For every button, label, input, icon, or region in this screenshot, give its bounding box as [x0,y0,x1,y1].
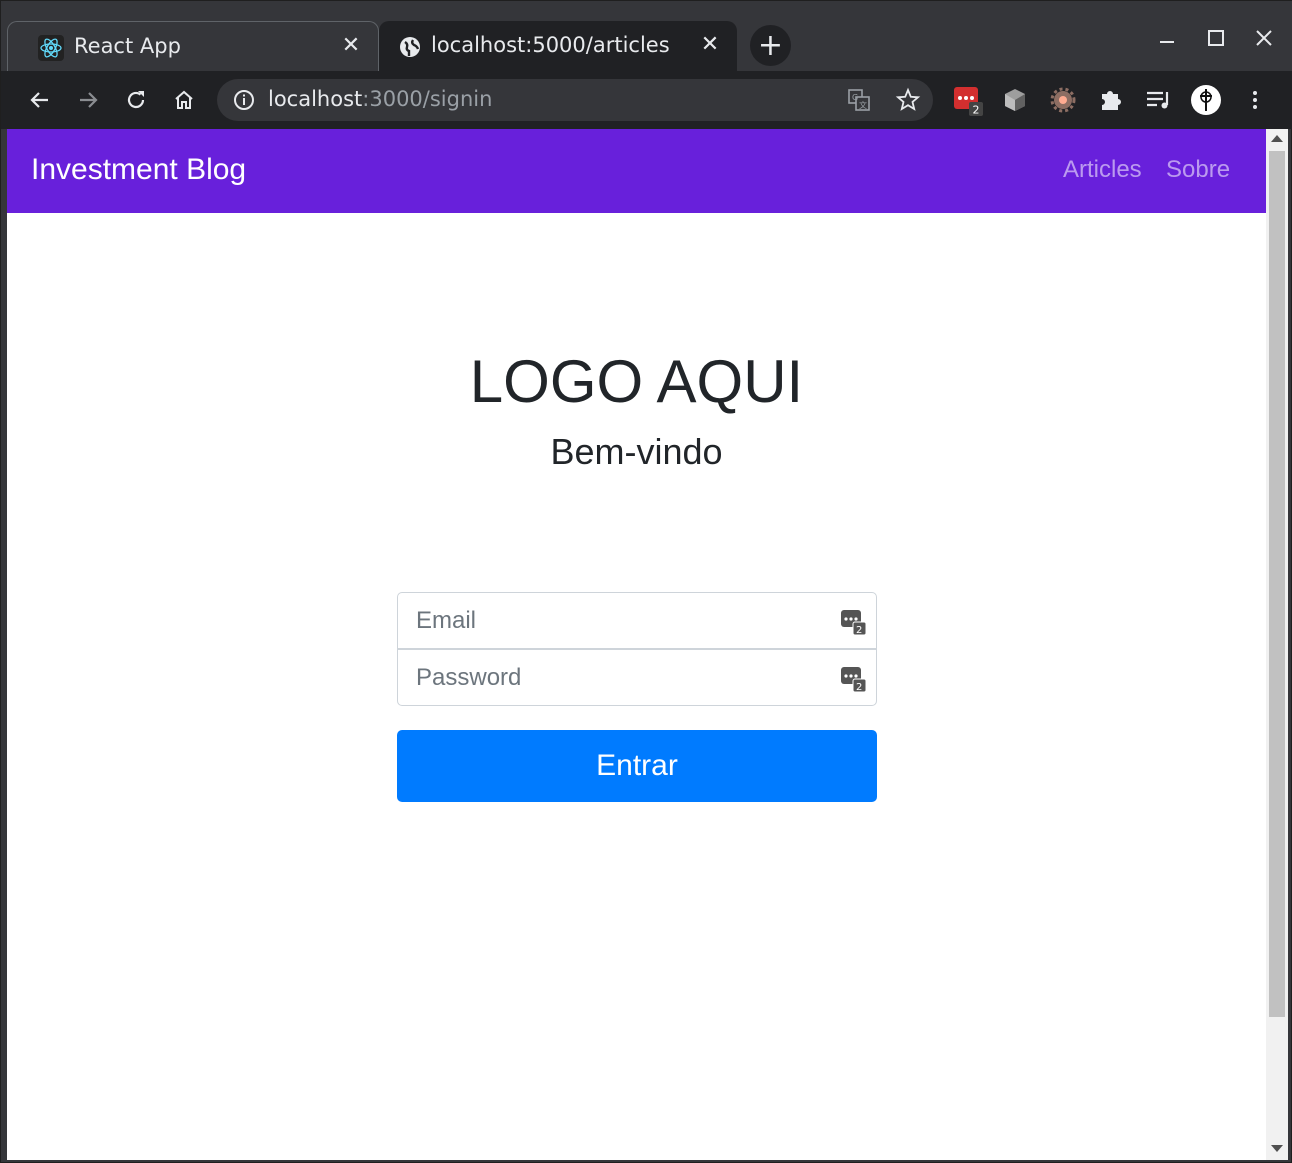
cube-extension-icon[interactable] [999,84,1031,116]
browser-toolbar: localhost:3000/signin G 文 2 [1,71,1292,129]
gear-extension-icon[interactable] [1047,84,1079,116]
url-host: localhost [268,87,363,111]
page-viewport: Investment Blog Articles Sobre LOGO AQUI… [7,129,1266,1160]
url-text: localhost:3000/signin [268,87,492,111]
browser-menu-icon[interactable] [1236,81,1274,119]
bookmark-star-icon[interactable] [895,87,921,113]
page-scrollbar[interactable] [1266,129,1288,1160]
scroll-up-arrow-icon[interactable] [1271,135,1283,142]
tab-title: localhost:5000/articles [431,33,670,57]
avatar[interactable] [1190,84,1222,116]
site-info-icon[interactable] [233,89,255,111]
globe-icon [400,37,420,57]
password-manager-field-icon[interactable]: 2 [840,609,866,635]
svg-text:G: G [852,93,858,102]
password-field[interactable]: 2 [397,649,877,706]
scroll-down-arrow-icon[interactable] [1271,1145,1283,1152]
new-tab-button[interactable]: + [750,25,791,66]
extensions-puzzle-icon[interactable] [1095,84,1127,116]
signin-button[interactable]: Entrar [397,730,877,802]
svg-text:文: 文 [859,100,867,110]
password-input[interactable] [398,650,876,705]
email-input[interactable] [398,593,876,648]
react-icon [38,35,64,61]
maximize-icon[interactable] [1196,23,1236,53]
password-manager-field-icon[interactable]: 2 [840,666,866,692]
welcome-heading: Bem-vindo [550,431,723,472]
navbar-brand[interactable]: Investment Blog [31,153,246,187]
tab-react-app[interactable]: React App ✕ [7,21,379,71]
close-tab-icon[interactable]: ✕ [338,32,364,58]
media-controls-icon[interactable] [1143,84,1175,116]
address-bar[interactable]: localhost:3000/signin G 文 [217,79,933,121]
back-icon[interactable] [21,81,59,119]
tab-strip: React App ✕ localhost:5000/articles ✕ + [1,1,1292,71]
nav-link-sobre[interactable]: Sobre [1166,156,1230,184]
nav-link-articles[interactable]: Articles [1063,156,1142,184]
field-icon-badge: 2 [856,625,862,635]
reload-icon[interactable] [117,81,155,119]
minimize-icon[interactable] [1147,23,1187,53]
home-icon[interactable] [165,81,203,119]
forward-icon[interactable] [69,81,107,119]
logo-placeholder: LOGO AQUI [469,348,804,415]
password-manager-extension-icon[interactable]: 2 [951,84,983,116]
url-path: :3000/signin [362,87,493,111]
browser-window: React App ✕ localhost:5000/articles ✕ + [0,0,1292,1163]
tab-articles[interactable]: localhost:5000/articles ✕ [379,21,737,71]
email-field[interactable]: 2 [397,592,877,649]
extension-badge: 2 [973,104,980,117]
scrollbar-thumb[interactable] [1269,151,1285,1017]
close-tab-icon[interactable]: ✕ [697,31,723,57]
close-window-icon[interactable] [1244,23,1284,53]
translate-icon[interactable]: G 文 [847,88,871,112]
field-icon-badge: 2 [856,682,862,692]
tab-title: React App [74,34,181,58]
navbar: Investment Blog Articles Sobre [7,129,1266,213]
